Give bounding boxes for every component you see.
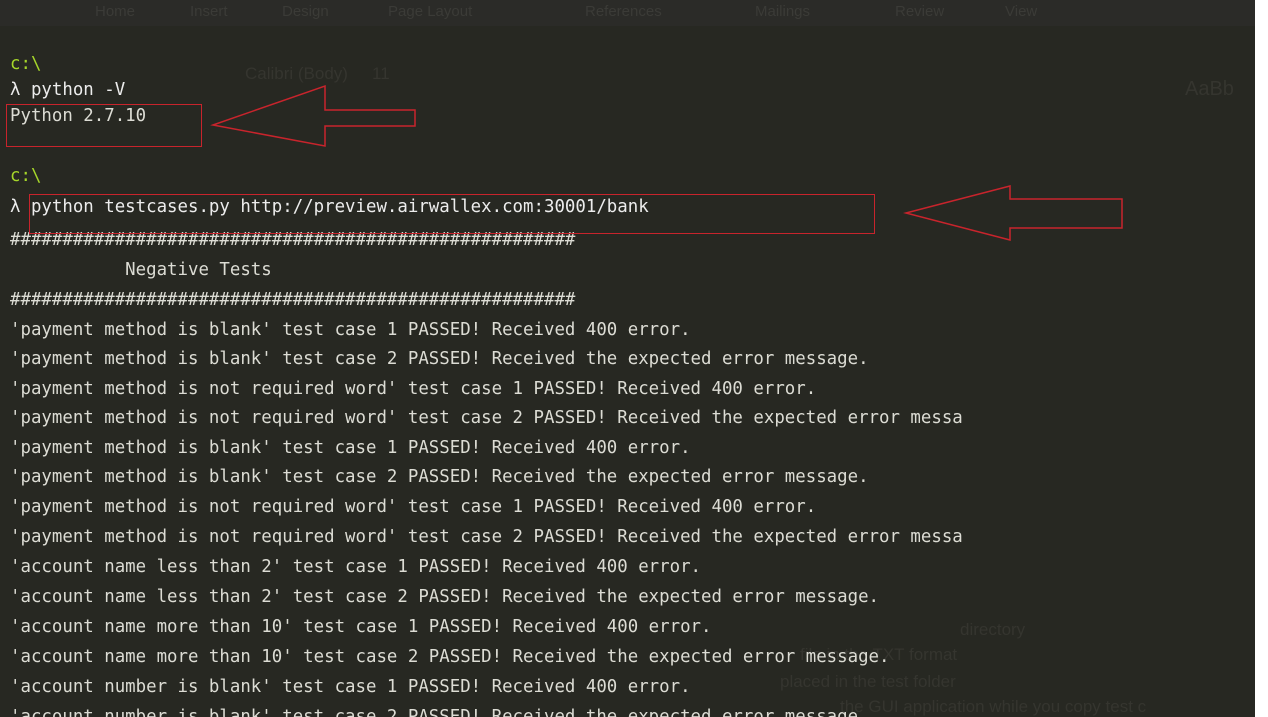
window-right-margin [1255, 0, 1268, 717]
arrow-left-icon [210, 84, 416, 147]
annotation-arrows [210, 84, 1123, 241]
arrow-left-icon [903, 185, 1123, 241]
terminal-window[interactable]: Home Insert Design Page Layout Reference… [0, 0, 1255, 717]
